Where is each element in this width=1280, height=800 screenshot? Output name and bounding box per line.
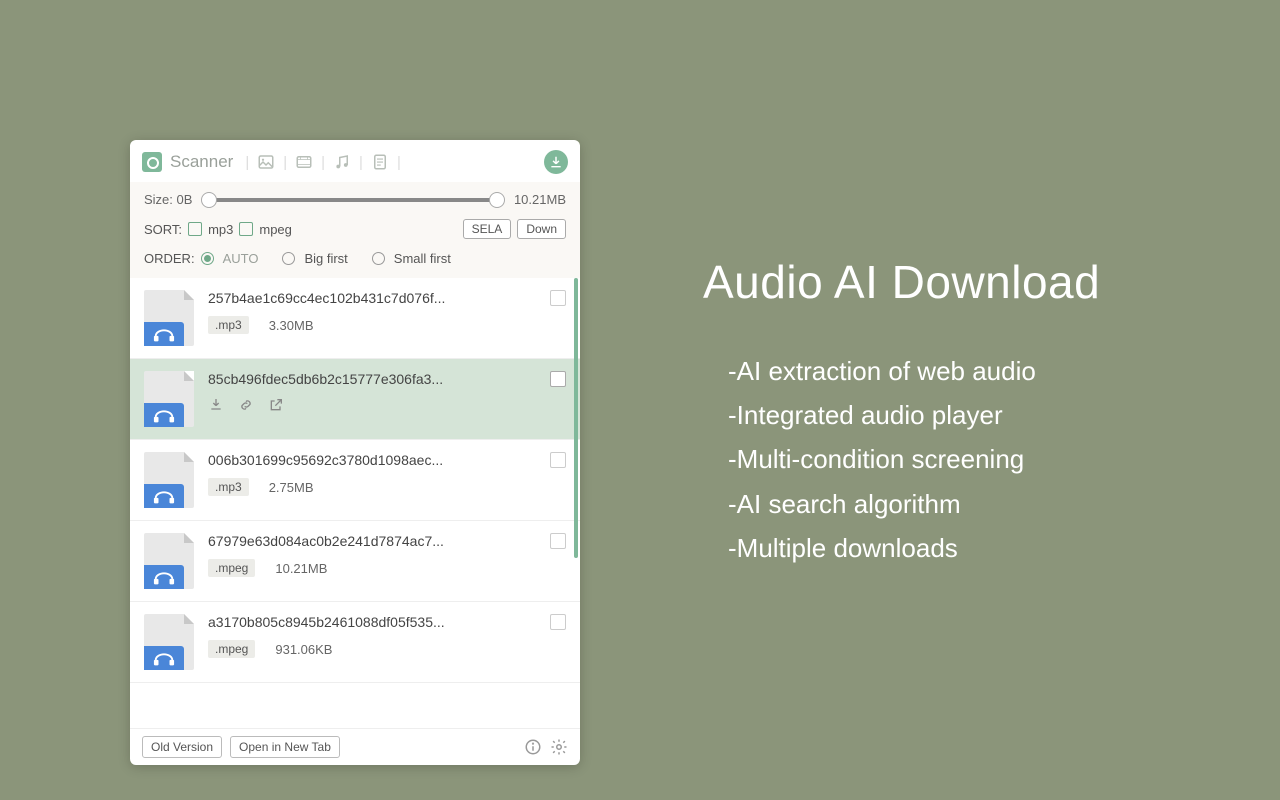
ext-badge: .mp3 [208, 316, 249, 334]
download-all-button[interactable] [544, 150, 568, 174]
sort-label: SORT: [144, 222, 182, 237]
file-size: 2.75MB [269, 480, 314, 495]
list-item[interactable]: 006b301699c95692c3780d1098aec... .mp3 2.75… [130, 440, 580, 521]
file-name: 006b301699c95692c3780d1098aec... [208, 452, 536, 468]
doc-tab-icon[interactable] [371, 153, 389, 171]
file-thumb-icon [144, 290, 194, 346]
download-icon[interactable] [208, 397, 224, 413]
filter-section: Size: 0B 10.21MB SORT: mp3 mpeg SELA Dow… [130, 182, 580, 278]
video-tab-icon[interactable] [295, 153, 313, 171]
ext-badge: .mpeg [208, 640, 255, 658]
select-checkbox[interactable] [550, 290, 566, 306]
list-item[interactable]: a3170b805c8945b2461088df05f535... .mpeg 93… [130, 602, 580, 683]
order-label: ORDER: [144, 251, 195, 266]
ext-badge: .mpeg [208, 559, 255, 577]
list-item[interactable]: 85cb496fdec5db6b2c15777e306fa3... [130, 359, 580, 440]
size-label: Size: 0B [144, 192, 192, 207]
old-version-button[interactable]: Old Version [142, 736, 222, 758]
info-icon[interactable] [524, 738, 542, 756]
promo-bullet: -Integrated audio player [728, 393, 1100, 437]
promo-section: Audio AI Download -AI extraction of web … [703, 255, 1100, 570]
file-size: 10.21MB [275, 561, 327, 576]
order-big-radio[interactable] [282, 252, 295, 265]
file-thumb-icon [144, 371, 194, 427]
select-checkbox[interactable] [550, 452, 566, 468]
promo-list: -AI extraction of web audio-Integrated a… [703, 349, 1100, 570]
scrollbar[interactable] [574, 278, 578, 558]
file-name: 85cb496fdec5db6b2c15777e306fa3... [208, 371, 536, 387]
promo-title: Audio AI Download [703, 255, 1100, 309]
promo-bullet: -AI extraction of web audio [728, 349, 1100, 393]
file-thumb-icon [144, 452, 194, 508]
ext-badge: .mp3 [208, 478, 249, 496]
sort-mpeg-checkbox[interactable] [239, 222, 253, 236]
share-icon[interactable] [268, 397, 284, 413]
size-max-label: 10.21MB [514, 192, 566, 207]
file-size: 3.30MB [269, 318, 314, 333]
order-big-label: Big first [304, 251, 347, 266]
promo-bullet: -AI search algorithm [728, 482, 1100, 526]
select-checkbox[interactable] [550, 614, 566, 630]
panel-header: Scanner | | | | | [130, 140, 580, 182]
panel-footer: Old Version Open in New Tab [130, 728, 580, 765]
promo-bullet: -Multiple downloads [728, 526, 1100, 570]
size-slider[interactable] [202, 198, 504, 202]
audio-tab-icon[interactable] [333, 153, 351, 171]
link-icon[interactable] [238, 397, 254, 413]
list-item[interactable]: 67979e63d084ac0b2e241d7874ac7... .mpeg 10.… [130, 521, 580, 602]
order-auto-radio[interactable] [201, 252, 214, 265]
file-thumb-icon [144, 614, 194, 670]
order-auto-label: AUTO [223, 251, 259, 266]
file-name: 67979e63d084ac0b2e241d7874ac7... [208, 533, 536, 549]
image-tab-icon[interactable] [257, 153, 275, 171]
open-new-tab-button[interactable]: Open in New Tab [230, 736, 340, 758]
sort-mp3-label: mp3 [208, 222, 233, 237]
header-title: Scanner [170, 152, 233, 172]
sort-mpeg-label: mpeg [259, 222, 292, 237]
scanner-panel: Scanner | | | | | Size: 0B 10.21MB SORT: [130, 140, 580, 765]
sela-button[interactable]: SELA [463, 219, 512, 239]
sort-mp3-checkbox[interactable] [188, 222, 202, 236]
down-button[interactable]: Down [517, 219, 566, 239]
promo-bullet: -Multi-condition screening [728, 437, 1100, 481]
order-small-radio[interactable] [372, 252, 385, 265]
select-checkbox[interactable] [550, 371, 566, 387]
gear-icon[interactable] [550, 738, 568, 756]
select-checkbox[interactable] [550, 533, 566, 549]
file-size: 931.06KB [275, 642, 332, 657]
app-logo-icon [142, 152, 162, 172]
file-list[interactable]: 257b4ae1c69cc4ec102b431c7d076f... .mp3 3.3… [130, 278, 580, 728]
file-name: a3170b805c8945b2461088df05f535... [208, 614, 536, 630]
list-item[interactable]: 257b4ae1c69cc4ec102b431c7d076f... .mp3 3.3… [130, 278, 580, 359]
order-small-label: Small first [394, 251, 451, 266]
file-thumb-icon [144, 533, 194, 589]
file-name: 257b4ae1c69cc4ec102b431c7d076f... [208, 290, 536, 306]
